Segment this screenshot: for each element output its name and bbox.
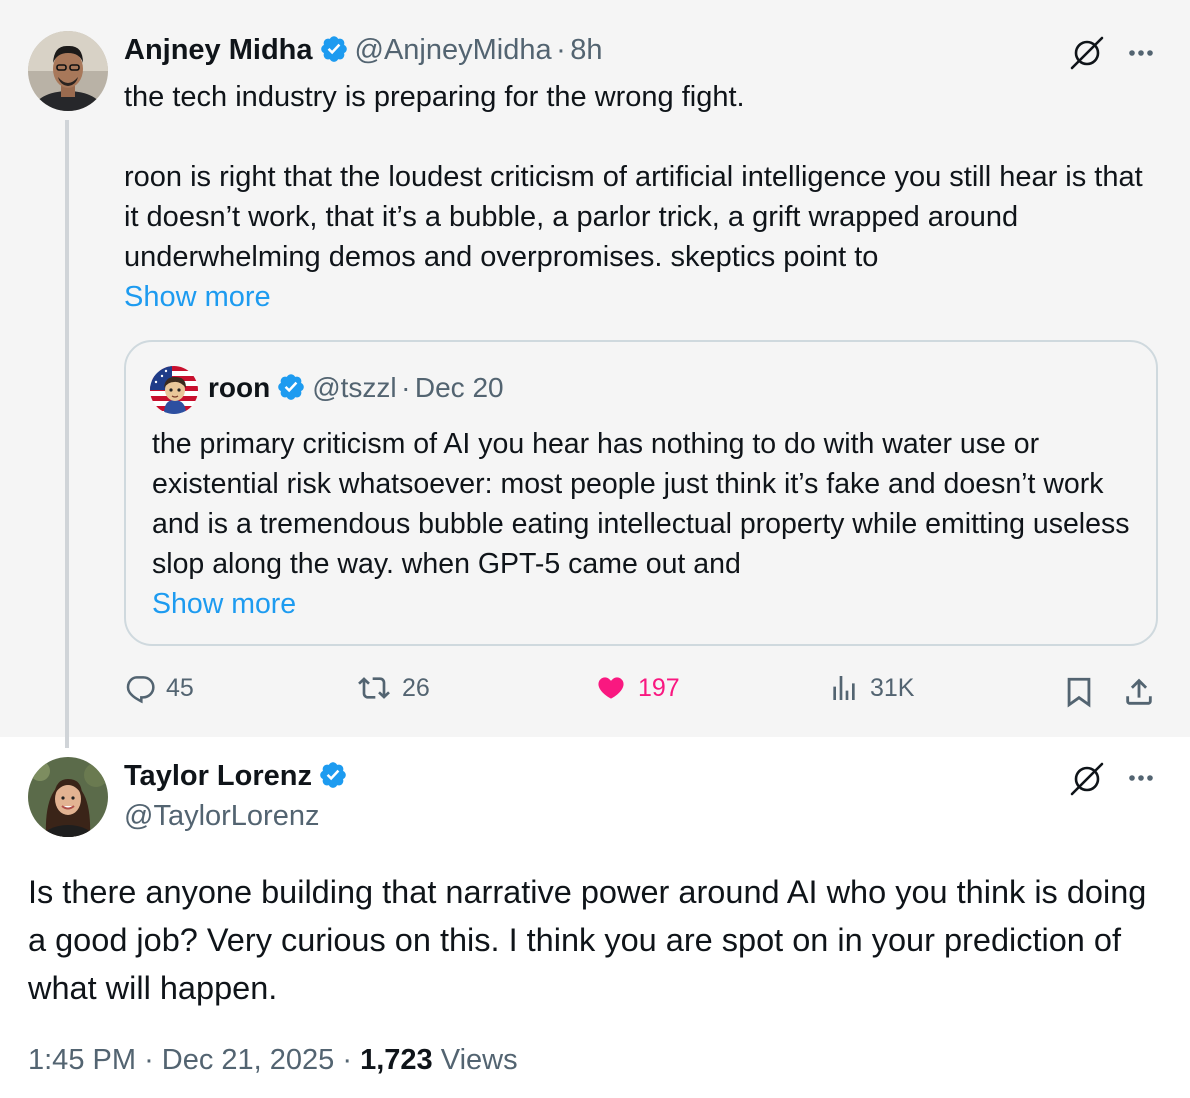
- views-icon: [833, 676, 855, 700]
- reply-icon: [126, 676, 155, 704]
- tweet-time[interactable]: 1:45 PM: [28, 1044, 136, 1076]
- reply-button[interactable]: 45: [124, 672, 194, 704]
- repost-button[interactable]: 26: [356, 672, 430, 704]
- views-total: 1,723: [360, 1044, 433, 1076]
- quote-tweet-card[interactable]: roon @tszzl · Dec 20 the primary criticis…: [124, 340, 1158, 646]
- like-count: 197: [638, 673, 680, 702]
- share-icon[interactable]: [1122, 674, 1156, 710]
- more-icon[interactable]: [1124, 761, 1158, 795]
- reply-tweet-text: Is there anyone building that narrative …: [28, 874, 1147, 1006]
- separator: ·: [401, 372, 411, 403]
- quote-date[interactable]: Dec 20: [415, 372, 504, 403]
- quote-body: the primary criticism of AI you hear has…: [152, 428, 1130, 580]
- show-more-link[interactable]: Show more: [124, 277, 271, 317]
- grok-icon[interactable]: [1068, 760, 1106, 798]
- tweet-date[interactable]: Dec 21, 2025: [162, 1044, 335, 1076]
- tweet-time[interactable]: 8h: [570, 34, 602, 66]
- author-name[interactable]: Anjney Midha: [124, 34, 313, 66]
- bookmark-icon[interactable]: [1062, 674, 1096, 710]
- action-bar: 45 26 197 31K: [124, 672, 1164, 716]
- reply-tweet-meta: 1:45 PM · Dec 21, 2025 · 1,723 Views: [28, 1044, 518, 1077]
- verified-badge-icon: [320, 762, 346, 788]
- author-handle[interactable]: @AnjneyMidha: [355, 34, 552, 66]
- views-button[interactable]: 31K: [828, 672, 914, 704]
- heart-icon: [598, 677, 624, 699]
- avatar-taylor[interactable]: [28, 757, 108, 837]
- views-count: 31K: [870, 673, 915, 702]
- quote-text: the primary criticism of AI you hear has…: [152, 424, 1142, 624]
- quote-header: roon @tszzl · Dec 20: [208, 372, 504, 404]
- reply-count: 45: [166, 673, 194, 702]
- avatar-roon[interactable]: [150, 366, 198, 414]
- views-label: Views: [440, 1044, 518, 1076]
- reply-author-handle[interactable]: @TaylorLorenz: [124, 800, 319, 833]
- separator: ·: [144, 1044, 154, 1076]
- parent-tweet-header: Anjney Midha @AnjneyMidha · 8h: [124, 34, 602, 67]
- quote-author-name[interactable]: roon: [208, 372, 270, 403]
- like-button[interactable]: 197: [594, 672, 680, 704]
- verified-badge-icon: [278, 374, 305, 400]
- tweet-text-line1: the tech industry is preparing for the w…: [124, 81, 745, 113]
- more-icon[interactable]: [1124, 36, 1158, 70]
- separator: ·: [342, 1044, 353, 1076]
- reply-author-name[interactable]: Taylor Lorenz: [124, 760, 312, 792]
- separator: ·: [556, 34, 566, 66]
- repost-count: 26: [402, 673, 430, 702]
- verified-badge-icon: [320, 36, 347, 62]
- thread-line: [65, 120, 69, 748]
- avatar-anjney[interactable]: [28, 31, 108, 111]
- quote-author-handle[interactable]: @tszzl: [312, 372, 396, 403]
- grok-icon[interactable]: [1068, 34, 1106, 72]
- repost-icon: [358, 677, 390, 699]
- reply-tweet-header: Taylor Lorenz: [124, 760, 354, 793]
- tweet-text-body: roon is right that the loudest criticism…: [124, 161, 1143, 273]
- quote-show-more-link[interactable]: Show more: [152, 588, 296, 620]
